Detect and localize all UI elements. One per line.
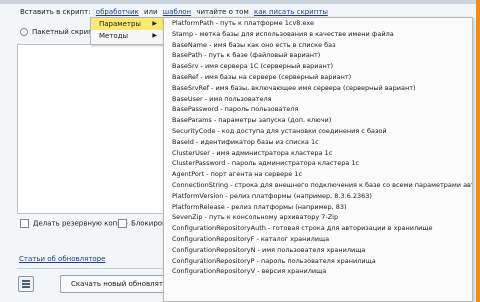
submenu-item[interactable]: SevenZip - путь к консольному архиватору… bbox=[164, 212, 472, 223]
window-top-strip bbox=[0, 0, 480, 4]
submenu-item[interactable]: BaseRef - имя базы на сервере (серверный… bbox=[164, 72, 472, 83]
block-checkbox[interactable] bbox=[118, 219, 127, 228]
batch-script-label: Пакетный скрипт bbox=[32, 28, 97, 36]
submenu-item[interactable]: BaseSrv - имя сервера 1С (серверный вари… bbox=[164, 61, 472, 72]
parameters-submenu: PlatformPath - путь к платформе 1cv8.exe… bbox=[163, 17, 473, 302]
submenu-item[interactable]: PlatformPath - путь к платформе 1cv8.exe bbox=[164, 18, 472, 29]
menu-item-methods[interactable]: Методы ▶ bbox=[91, 30, 163, 42]
template-link[interactable]: шаблон bbox=[163, 8, 191, 16]
submenu-item[interactable]: ConnectionString - строка для внешнего п… bbox=[164, 180, 472, 191]
download-new-updater-button[interactable]: Скачать новый обновлятор bbox=[60, 275, 180, 293]
menu-item-parameters-label: Параметры bbox=[99, 20, 141, 28]
submenu-item[interactable]: ClusterPassword - пароль администратора … bbox=[164, 158, 472, 169]
insert-toolbar: Вставить в скрипт: обработчик или шаблон… bbox=[20, 8, 328, 16]
submenu-item[interactable]: AgentPort - порт агента на сервере 1с bbox=[164, 169, 472, 180]
menu-item-parameters[interactable]: Параметры ▶ bbox=[91, 18, 163, 30]
submenu-item[interactable]: ClusterUser - имя администратора кластер… bbox=[164, 148, 472, 159]
submenu-item[interactable]: PlatformRelease - релиз платформы (напри… bbox=[164, 202, 472, 213]
window-right-accent bbox=[476, 0, 480, 302]
submenu-item[interactable]: BaseSrvRef - имя базы, включающее имя се… bbox=[164, 83, 472, 94]
submenu-item[interactable]: ConfigurationRepositoryAuth - готовая ст… bbox=[164, 223, 472, 234]
submenu-item[interactable]: Stamp - метка базы для использования в к… bbox=[164, 29, 472, 40]
script-editor[interactable] bbox=[17, 44, 169, 214]
submenu-item[interactable]: BaseUser - имя пользователя bbox=[164, 94, 472, 105]
backup-label: Делать резервную копию bbox=[33, 219, 128, 228]
updater-articles-link[interactable]: Статьи об обновляторе bbox=[19, 255, 105, 263]
backup-option[interactable]: Делать резервную копию bbox=[20, 219, 128, 228]
submenu-item[interactable]: ConfigurationRepositoryV - версия хранил… bbox=[164, 266, 472, 277]
submenu-item[interactable]: SecurityCode - код доступа для установки… bbox=[164, 126, 472, 137]
submenu-item[interactable]: ConfigurationRepositoryN - имя пользоват… bbox=[164, 245, 472, 256]
submenu-item[interactable]: BaseId - идентификатор базы из списка 1с bbox=[164, 137, 472, 148]
divider bbox=[17, 268, 167, 269]
or-label: или bbox=[143, 8, 158, 16]
submenu-item[interactable]: BaseName - имя базы как оно есть в списк… bbox=[164, 40, 472, 51]
submenu-item[interactable]: BaseParams - параметры запуска (доп. клю… bbox=[164, 115, 472, 126]
submenu-item[interactable]: ConfigurationRepositoryF - каталог храни… bbox=[164, 234, 472, 245]
submenu-arrow-icon: ▶ bbox=[152, 20, 157, 27]
submenu-arrow-icon: ▶ bbox=[152, 32, 157, 39]
read-about-label: читайте о том bbox=[196, 8, 249, 16]
submenu-item[interactable]: BasePassword - пароль пользователя bbox=[164, 104, 472, 115]
settings-icon[interactable] bbox=[18, 276, 34, 292]
menu-item-methods-label: Методы bbox=[99, 32, 129, 40]
processor-link[interactable]: обработчик bbox=[96, 8, 139, 16]
backup-checkbox[interactable] bbox=[20, 219, 29, 228]
insert-context-menu: Параметры ▶ Методы ▶ bbox=[90, 17, 164, 45]
insert-prefix-label: Вставить в скрипт: bbox=[20, 8, 91, 16]
submenu-item[interactable]: ConfigurationRepositoryP - пароль пользо… bbox=[164, 256, 472, 267]
submenu-item[interactable]: PlatformVersion - релиз платформы (напри… bbox=[164, 191, 472, 202]
submenu-item[interactable]: BasePath - путь к базе (файловый вариант… bbox=[164, 50, 472, 61]
how-to-write-scripts-link[interactable]: как писать скрипты bbox=[254, 8, 328, 16]
main-window: Вставить в скрипт: обработчик или шаблон… bbox=[0, 0, 480, 302]
batch-script-radio[interactable] bbox=[20, 28, 28, 36]
